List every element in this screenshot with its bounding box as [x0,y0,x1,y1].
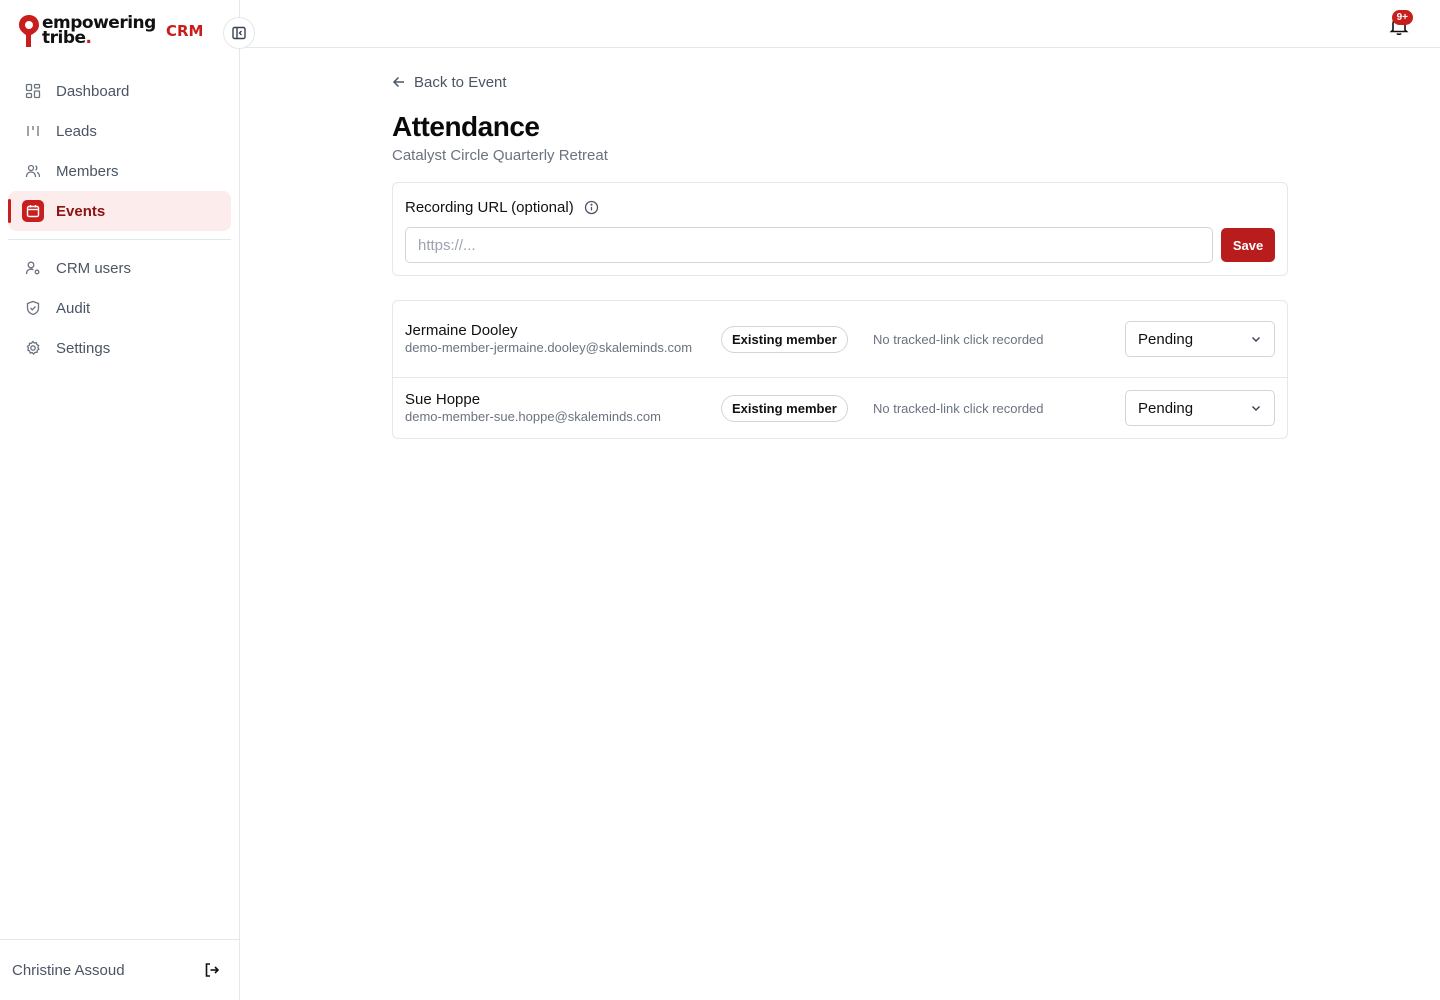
attendee-email: demo-member-sue.hoppe@skaleminds.com [405,409,661,424]
attendee-list: Jermaine Dooley demo-member-jermaine.doo… [392,300,1288,439]
main-content: Back to Event Attendance Catalyst Circle… [392,48,1288,439]
sidebar-nav: Dashboard Leads Members Events CRM users… [8,71,231,368]
sidebar-divider [8,239,231,240]
gear-icon [24,339,42,357]
top-bar: 9+ [240,0,1440,48]
recording-url-card: Recording URL (optional) Save [392,182,1288,276]
brand-logo[interactable]: empowering tribe. [18,14,156,48]
sidebar-item-settings[interactable]: Settings [8,328,231,368]
sidebar-item-label: Members [56,162,119,180]
sidebar-item-leads[interactable]: Leads [8,111,231,151]
calendar-icon [22,200,44,222]
sidebar-item-label: Settings [56,339,111,357]
back-to-event-link[interactable]: Back to Event [392,72,1288,92]
sidebar-item-dashboard[interactable]: Dashboard [8,71,231,111]
sidebar: empowering tribe. CRM Dashboard Leads Me… [0,0,240,1000]
sidebar-item-label: Dashboard [56,82,130,100]
sidebar-item-label: Leads [56,122,97,140]
sidebar-footer: Christine Assoud [0,939,239,1000]
sidebar-item-label: Audit [56,299,91,317]
member-status-badge: Existing member [721,394,848,422]
attendance-status-select[interactable]: Pending [1125,321,1275,357]
click-status-text: No tracked-link click recorded [873,400,1044,416]
attendee-email: demo-member-jermaine.dooley@skaleminds.c… [405,340,693,355]
panel-left-icon [232,26,246,40]
brand-wordmark: empowering tribe. [42,15,156,48]
user-cog-icon [24,259,42,277]
sidebar-item-label: CRM users [56,259,132,277]
recording-url-label: Recording URL (optional) [405,198,574,216]
status-select-value: Pending [1138,399,1194,417]
dashboard-icon [24,82,42,100]
sidebar-collapse-button[interactable] [223,17,255,49]
brand-crm-label: CRM [166,22,204,40]
attendance-status-select[interactable]: Pending [1125,390,1275,426]
brand-dot: . [85,28,92,48]
click-status-text: No tracked-link click recorded [873,331,1044,347]
leads-icon [24,122,42,140]
attendee-name: Jermaine Dooley [405,322,518,339]
sidebar-item-members[interactable]: Members [8,151,231,191]
sidebar-item-crm-users[interactable]: CRM users [8,248,231,288]
chevron-down-icon [1252,406,1260,411]
attendee-row: Jermaine Dooley demo-member-jermaine.doo… [393,301,1287,378]
sidebar-item-label: Events [56,202,106,220]
chevron-down-icon [1252,337,1260,342]
map-pin-logo-icon [19,15,39,47]
arrow-left-icon [392,76,404,88]
recording-url-input[interactable] [405,227,1213,263]
members-icon [24,162,42,180]
sidebar-item-events[interactable]: Events [8,191,231,231]
sidebar-item-audit[interactable]: Audit [8,288,231,328]
page-subtitle: Catalyst Circle Quarterly Retreat [392,147,608,164]
shield-icon [24,299,42,317]
logout-icon[interactable] [203,961,221,979]
page-title: Attendance [392,111,540,142]
brand-line-2: tribe [42,28,86,48]
attendee-row: Sue Hoppe demo-member-sue.hoppe@skalemin… [393,378,1287,438]
status-select-value: Pending [1138,330,1194,348]
notification-count-badge: 9+ [1391,10,1413,25]
current-user-name: Christine Assoud [12,961,125,979]
back-link-label: Back to Event [414,73,507,91]
member-status-badge: Existing member [721,325,848,353]
info-icon[interactable] [584,200,599,215]
save-button[interactable]: Save [1221,228,1275,262]
attendee-name: Sue Hoppe [405,391,481,408]
